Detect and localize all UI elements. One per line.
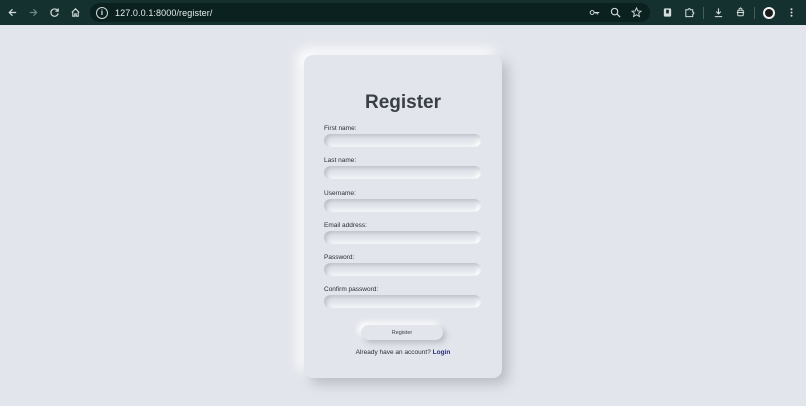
forward-icon[interactable]	[23, 0, 44, 25]
puzzle-icon[interactable]	[678, 0, 700, 25]
first-name-label: First name:	[324, 125, 357, 132]
email-label: Email address:	[324, 222, 367, 229]
zoom-icon[interactable]	[610, 7, 621, 18]
email-field[interactable]	[324, 231, 481, 244]
confirm-password-field[interactable]	[324, 295, 481, 308]
username-label: Username:	[324, 190, 356, 197]
key-icon[interactable]	[589, 7, 600, 18]
avatar[interactable]	[758, 0, 780, 25]
login-prompt-row: Already have an account? Login	[304, 349, 502, 356]
username-field[interactable]	[324, 199, 481, 212]
toolbar-divider	[703, 6, 704, 19]
bug-icon[interactable]	[729, 0, 751, 25]
last-name-field[interactable]	[324, 166, 481, 179]
password-label: Password:	[324, 254, 355, 261]
download-icon[interactable]	[707, 0, 729, 25]
browser-toolbar: i 127.0.0.1:8000/register/	[0, 0, 806, 25]
address-bar[interactable]: i 127.0.0.1:8000/register/	[90, 3, 650, 22]
password-field[interactable]	[324, 263, 481, 276]
site-info-icon[interactable]: i	[96, 6, 108, 19]
back-icon[interactable]	[2, 0, 23, 25]
menu-icon[interactable]	[780, 0, 802, 25]
star-icon[interactable]	[631, 7, 642, 18]
extension-icon[interactable]	[656, 0, 678, 25]
toolbar-divider	[754, 6, 755, 19]
register-card: Register First name: Last name: Username…	[304, 55, 502, 378]
first-name-field[interactable]	[324, 134, 481, 147]
reload-icon[interactable]	[44, 0, 65, 25]
login-prompt-text: Already have an account?	[355, 349, 431, 356]
register-button[interactable]: Register	[361, 325, 443, 340]
url-text[interactable]: 127.0.0.1:8000/register/	[115, 8, 212, 18]
confirm-password-label: Confirm password:	[324, 286, 379, 293]
login-link[interactable]: Login	[433, 349, 451, 356]
home-icon[interactable]	[65, 0, 86, 25]
last-name-label: Last name:	[324, 157, 357, 164]
page-title: Register	[364, 92, 442, 113]
